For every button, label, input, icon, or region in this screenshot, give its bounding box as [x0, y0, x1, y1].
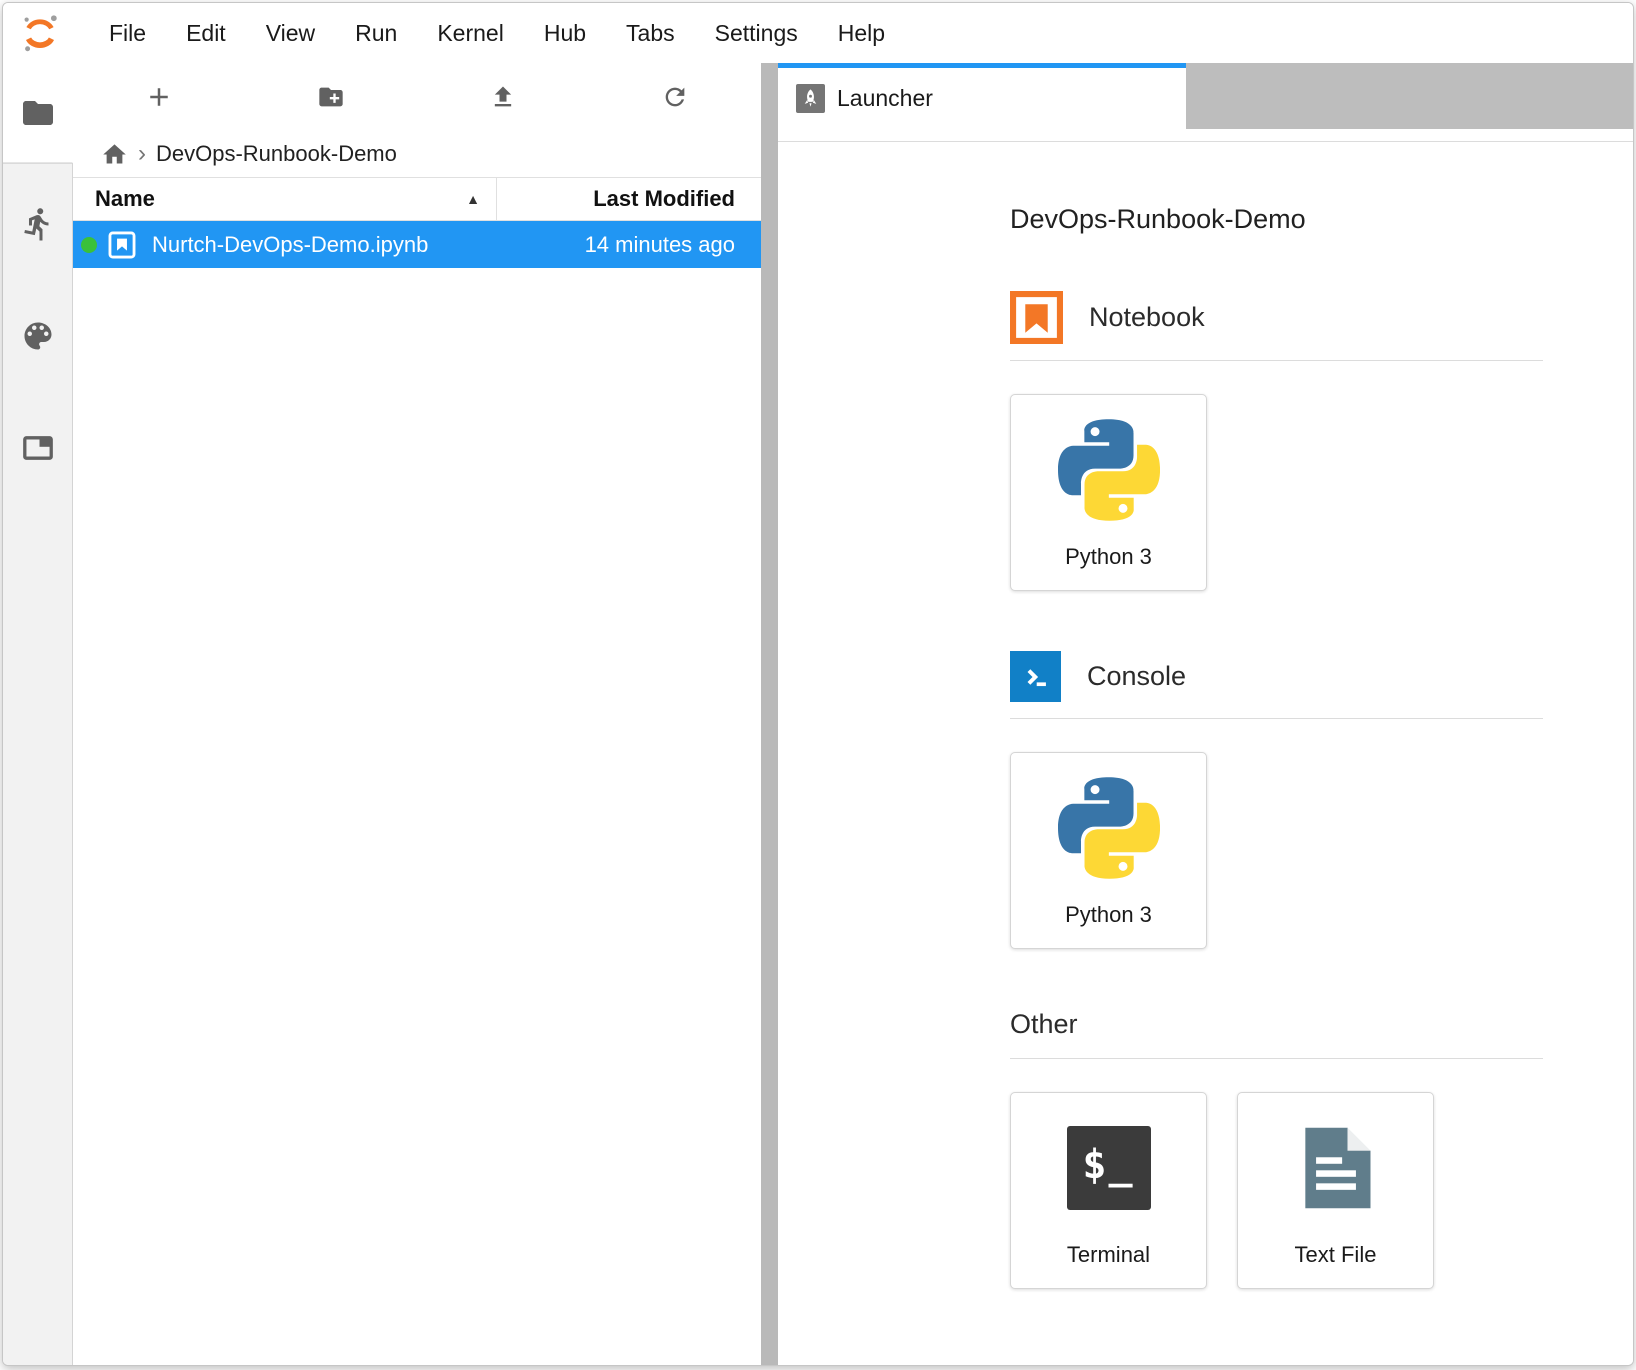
file-row-notebook[interactable]: Nurtch-DevOps-Demo.ipynb 14 minutes ago — [73, 221, 761, 268]
sidebar-tab-palette[interactable] — [20, 318, 56, 354]
breadcrumb-home[interactable] — [101, 141, 128, 168]
section-label-console: Console — [1087, 661, 1186, 692]
file-name: Nurtch-DevOps-Demo.ipynb — [152, 232, 428, 258]
plus-icon — [144, 82, 174, 112]
launcher-card-terminal[interactable]: $_ Terminal — [1010, 1092, 1207, 1289]
panel-splitter[interactable] — [761, 63, 778, 1365]
column-header-modified[interactable]: Last Modified — [496, 178, 761, 220]
notebook-file-icon — [105, 228, 139, 262]
python-logo-icon — [1058, 777, 1160, 879]
jupyterlab-window: File Edit View Run Kernel Hub Tabs Setti… — [2, 2, 1634, 1366]
refresh-button[interactable] — [589, 63, 761, 131]
menu-file[interactable]: File — [89, 10, 166, 57]
card-label: Python 3 — [1065, 544, 1152, 590]
console-icon — [1010, 651, 1061, 702]
refresh-icon — [661, 83, 689, 111]
sidebar-tab-files[interactable] — [3, 63, 73, 163]
terminal-icon: $_ — [1067, 1126, 1151, 1210]
file-browser-panel: › DevOps-Runbook-Demo Name ▲ Last Modifi… — [73, 63, 761, 1365]
launcher-card-text-file[interactable]: Text File — [1237, 1092, 1434, 1289]
folder-icon — [20, 95, 56, 131]
menu-settings[interactable]: Settings — [695, 10, 818, 57]
home-icon — [101, 141, 128, 168]
new-folder-button[interactable] — [245, 63, 417, 131]
menu-help[interactable]: Help — [818, 10, 905, 57]
python-logo-icon — [1058, 419, 1160, 521]
menu-view[interactable]: View — [246, 10, 335, 57]
menu-bar: File Edit View Run Kernel Hub Tabs Setti… — [3, 3, 1633, 63]
launcher-section-other: Other $_ Terminal — [1010, 1009, 1543, 1289]
launcher-section-console: Console Python 3 — [1010, 651, 1543, 949]
sidebar-tab-running[interactable] — [20, 206, 56, 242]
section-label-other: Other — [1010, 1009, 1078, 1040]
menu-hub[interactable]: Hub — [524, 10, 606, 57]
main-dock-panel: Launcher DevOps-Runbook-Demo Noteboo — [778, 63, 1633, 1365]
menu-run[interactable]: Run — [335, 10, 417, 57]
breadcrumb-separator: › — [138, 140, 146, 168]
section-label-notebook: Notebook — [1089, 302, 1205, 333]
notebook-icon — [1010, 291, 1063, 344]
tabs-icon — [20, 430, 56, 466]
palette-icon — [20, 318, 56, 354]
tab-launcher-label: Launcher — [837, 85, 933, 112]
file-list-header: Name ▲ Last Modified — [73, 177, 761, 221]
sidebar-tabs-group — [3, 163, 72, 466]
card-label: Text File — [1295, 1242, 1377, 1288]
file-browser-toolbar — [73, 63, 761, 131]
menu-tabs[interactable]: Tabs — [606, 10, 695, 57]
new-folder-icon — [317, 83, 345, 111]
launcher-cwd-title: DevOps-Runbook-Demo — [1010, 204, 1543, 235]
running-man-icon — [20, 206, 56, 242]
dock-tab-bar: Launcher — [778, 63, 1633, 129]
menu-edit[interactable]: Edit — [166, 10, 246, 57]
left-activity-bar — [3, 63, 73, 1365]
column-header-name[interactable]: Name ▲ — [73, 178, 496, 220]
card-label: Python 3 — [1065, 902, 1152, 948]
sidebar-tab-open-tabs[interactable] — [20, 430, 56, 466]
launcher-card-notebook-python3[interactable]: Python 3 — [1010, 394, 1207, 591]
upload-icon — [489, 83, 517, 111]
launcher-card-console-python3[interactable]: Python 3 — [1010, 752, 1207, 949]
name-column-label: Name — [95, 186, 155, 212]
terminal-glyph: $_ — [1082, 1142, 1134, 1194]
upload-button[interactable] — [417, 63, 589, 131]
file-modified: 14 minutes ago — [496, 232, 761, 258]
card-label: Terminal — [1067, 1242, 1150, 1288]
text-file-icon — [1290, 1122, 1382, 1214]
breadcrumb-current-folder[interactable]: DevOps-Runbook-Demo — [156, 141, 397, 167]
breadcrumb: › DevOps-Runbook-Demo — [73, 131, 761, 177]
launcher-panel: DevOps-Runbook-Demo Notebook — [778, 142, 1633, 1365]
jupyter-logo-icon — [19, 12, 61, 54]
launcher-section-notebook: Notebook Python 3 — [1010, 291, 1543, 591]
tab-launcher[interactable]: Launcher — [778, 63, 1186, 129]
dock-panel-top-border — [778, 129, 1633, 142]
sort-ascending-icon: ▲ — [466, 191, 480, 207]
menu-kernel[interactable]: Kernel — [417, 10, 523, 57]
new-launcher-button[interactable] — [73, 63, 245, 131]
kernel-running-dot — [81, 237, 97, 253]
launcher-rocket-icon — [796, 84, 825, 113]
